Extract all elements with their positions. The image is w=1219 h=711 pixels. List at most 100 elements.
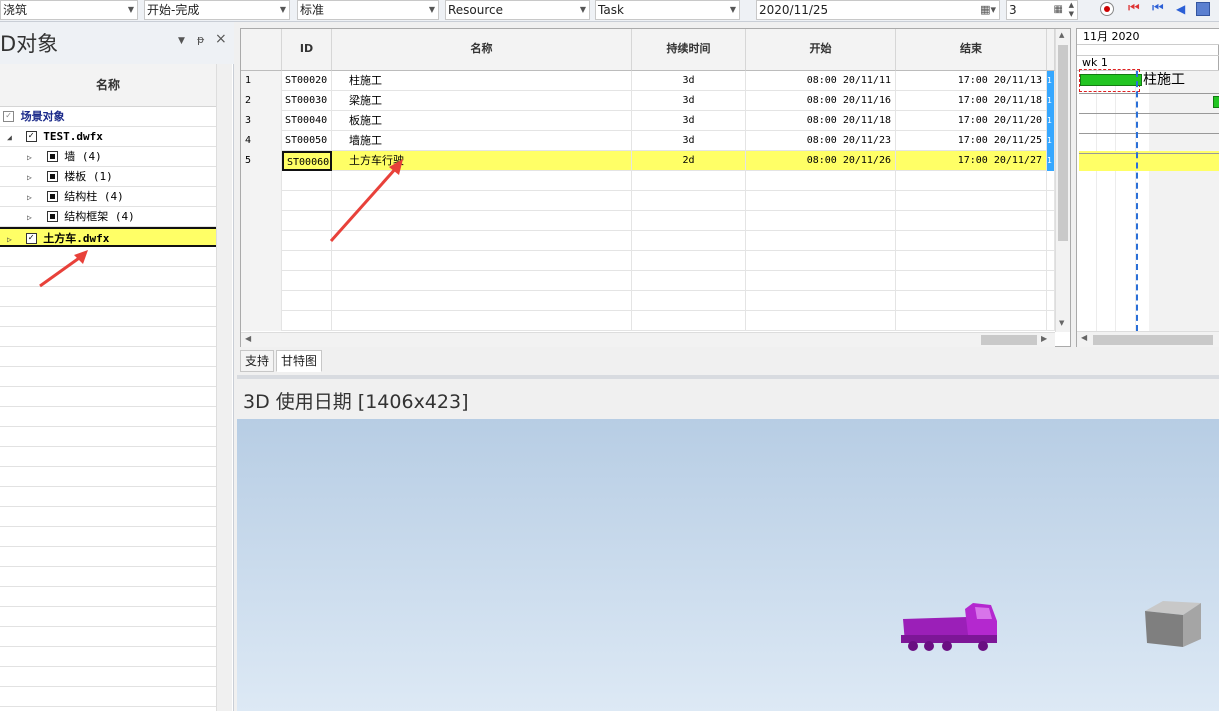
tree-item-column[interactable]: ▷ 结构柱 (4) [0, 187, 216, 207]
task-end[interactable]: 17:00 20/11/20 [896, 111, 1047, 131]
gantt-highlight-row [1079, 151, 1219, 171]
dropdown-task[interactable]: Task ▼ [595, 0, 740, 20]
empty-cell [746, 231, 896, 251]
checkbox-icon[interactable]: ✓ [25, 130, 37, 142]
task-extra[interactable]: 1 [1047, 91, 1055, 111]
task-row[interactable]: 4 ST00050 墙施工 3d 08:00 20/11/23 17:00 20/11/2… [241, 131, 1055, 151]
tree-column-header[interactable]: 名称 [0, 64, 216, 107]
gantt-bar[interactable] [1213, 96, 1219, 108]
dropdown-2[interactable]: 开始-完成 ▼ [144, 0, 290, 20]
empty-cell [632, 251, 746, 271]
tree-item-scene[interactable]: ✓ 场景对象 [0, 107, 216, 127]
dump-truck-model[interactable] [901, 599, 1001, 655]
toolbar: 浇筑 ▼ 开始-完成 ▼ 标准 ▼ Resource ▼ Task ▼ 2020/11/2… [0, 0, 1219, 22]
task-name[interactable]: 柱施工 [332, 71, 632, 91]
checkbox-icon[interactable] [46, 170, 58, 182]
checkbox-icon[interactable] [46, 150, 58, 162]
task-end[interactable]: 17:00 20/11/25 [896, 131, 1047, 151]
checkbox-icon[interactable] [46, 210, 58, 222]
collapsed-arrow-icon[interactable]: ▷ [27, 188, 37, 207]
step-back-icon[interactable]: ⏮ [1152, 1, 1164, 17]
checkbox-icon[interactable]: ✓ [25, 232, 37, 244]
expanded-arrow-icon[interactable]: ◢ [7, 128, 17, 147]
building-block-model[interactable] [1143, 599, 1203, 651]
row-number[interactable]: 3 [241, 111, 282, 131]
task-duration[interactable]: 2d [632, 151, 746, 171]
dropdown-arrow-icon[interactable]: ▼ [178, 36, 185, 46]
dropdown-3[interactable]: 标准 ▼ [297, 0, 439, 20]
empty-cell [1047, 311, 1055, 331]
task-name[interactable]: 梁施工 [332, 91, 632, 111]
tab-support[interactable]: 支持 [240, 350, 275, 372]
collapsed-arrow-icon[interactable]: ▷ [27, 148, 37, 167]
task-duration[interactable]: 3d [632, 91, 746, 111]
checkbox-icon[interactable]: ✓ [3, 110, 14, 122]
column-header-id[interactable]: ID [282, 29, 332, 71]
column-header-end[interactable]: 结束 [896, 29, 1047, 71]
horizontal-scrollbar[interactable]: ◀ ▶ [241, 332, 1055, 347]
close-icon[interactable]: × [215, 31, 227, 47]
column-header-duration[interactable]: 持续时间 [632, 29, 746, 71]
task-start[interactable]: 08:00 20/11/18 [746, 111, 896, 131]
rewind-to-start-icon[interactable]: ⏮ [1128, 1, 1140, 17]
date-picker[interactable]: 2020/11/25 ▦▾ [756, 0, 1000, 20]
horizontal-scrollbar[interactable]: ◀ [1077, 331, 1219, 347]
tree-item-frame[interactable]: ▷ 结构框架 (4) [0, 207, 216, 227]
task-row[interactable]: 1 ST00020 柱施工 3d 08:00 20/11/11 17:00 20/11/1… [241, 71, 1055, 91]
tree-empty-row [0, 647, 216, 667]
gantt-bar[interactable] [1080, 74, 1142, 86]
task-id[interactable]: ST00020 [282, 71, 332, 91]
vertical-scrollbar[interactable]: ▲ ▼ [1055, 29, 1070, 332]
task-row[interactable]: 2 ST00030 梁施工 3d 08:00 20/11/16 17:00 20/11/1… [241, 91, 1055, 111]
task-start[interactable]: 08:00 20/11/16 [746, 91, 896, 111]
task-extra[interactable]: 1 [1047, 151, 1055, 171]
task-end[interactable]: 17:00 20/11/27 [896, 151, 1047, 171]
task-id[interactable]: ST00050 [282, 131, 332, 151]
row-number[interactable]: 1 [241, 71, 282, 91]
task-id[interactable]: ST00030 [282, 91, 332, 111]
task-start[interactable]: 08:00 20/11/11 [746, 71, 896, 91]
tab-gantt[interactable]: 甘特图 [276, 350, 323, 372]
calendar-icon[interactable]: ▦▾ [980, 1, 996, 19]
record-icon[interactable] [1100, 2, 1114, 16]
3d-viewport[interactable] [237, 419, 1219, 711]
task-id[interactable]: ST00060 [282, 151, 332, 171]
task-duration[interactable]: 3d [632, 131, 746, 151]
empty-row [241, 271, 1055, 291]
row-number[interactable]: 5 [241, 151, 282, 171]
task-id[interactable]: ST00040 [282, 111, 332, 131]
task-duration[interactable]: 3d [632, 111, 746, 131]
task-duration[interactable]: 3d [632, 71, 746, 91]
task-extra[interactable]: 1 [1047, 71, 1055, 91]
task-start[interactable]: 08:00 20/11/26 [746, 151, 896, 171]
dropdown-1[interactable]: 浇筑 ▼ [0, 0, 138, 20]
row-number[interactable]: 4 [241, 131, 282, 151]
tree-item-slab[interactable]: ▷ 楼板 (1) [0, 167, 216, 187]
task-name[interactable]: 墙施工 [332, 131, 632, 151]
step-stepper[interactable]: 3 ▦ ▲ ▼ [1006, 0, 1078, 20]
task-end[interactable]: 17:00 20/11/18 [896, 91, 1047, 111]
stepper-arrows-icon[interactable]: ▲ ▼ [1069, 1, 1074, 19]
collapsed-arrow-icon[interactable]: ▷ [7, 230, 17, 249]
collapsed-arrow-icon[interactable]: ▷ [27, 168, 37, 187]
tree-item-test-dwfx[interactable]: ◢ ✓ TEST.dwfx [0, 127, 216, 147]
column-header-start[interactable]: 开始 [746, 29, 896, 71]
tree-item-wall[interactable]: ▷ 墙 (4) [0, 147, 216, 167]
checkbox-icon[interactable] [46, 190, 58, 202]
task-extra[interactable]: 1 [1047, 111, 1055, 131]
dropdown-resource[interactable]: Resource ▼ [445, 0, 590, 20]
empty-cell [1047, 291, 1055, 311]
collapsed-arrow-icon[interactable]: ▷ [27, 208, 37, 227]
task-name[interactable]: 板施工 [332, 111, 632, 131]
column-header-name[interactable]: 名称 [332, 29, 632, 71]
vertical-scrollbar[interactable] [216, 64, 232, 711]
stop-icon[interactable] [1196, 2, 1210, 16]
pin-icon[interactable]: ᵽ [197, 33, 204, 46]
task-extra[interactable]: 1 [1047, 131, 1055, 151]
task-end[interactable]: 17:00 20/11/13 [896, 71, 1047, 91]
task-start[interactable]: 08:00 20/11/23 [746, 131, 896, 151]
play-reverse-icon[interactable]: ◀ [1176, 1, 1185, 17]
task-row[interactable]: 3 ST00040 板施工 3d 08:00 20/11/18 17:00 20/11/2… [241, 111, 1055, 131]
row-number[interactable]: 2 [241, 91, 282, 111]
tree-item-truck-dwfx[interactable]: ▷ ✓ 土方车.dwfx [0, 227, 216, 247]
